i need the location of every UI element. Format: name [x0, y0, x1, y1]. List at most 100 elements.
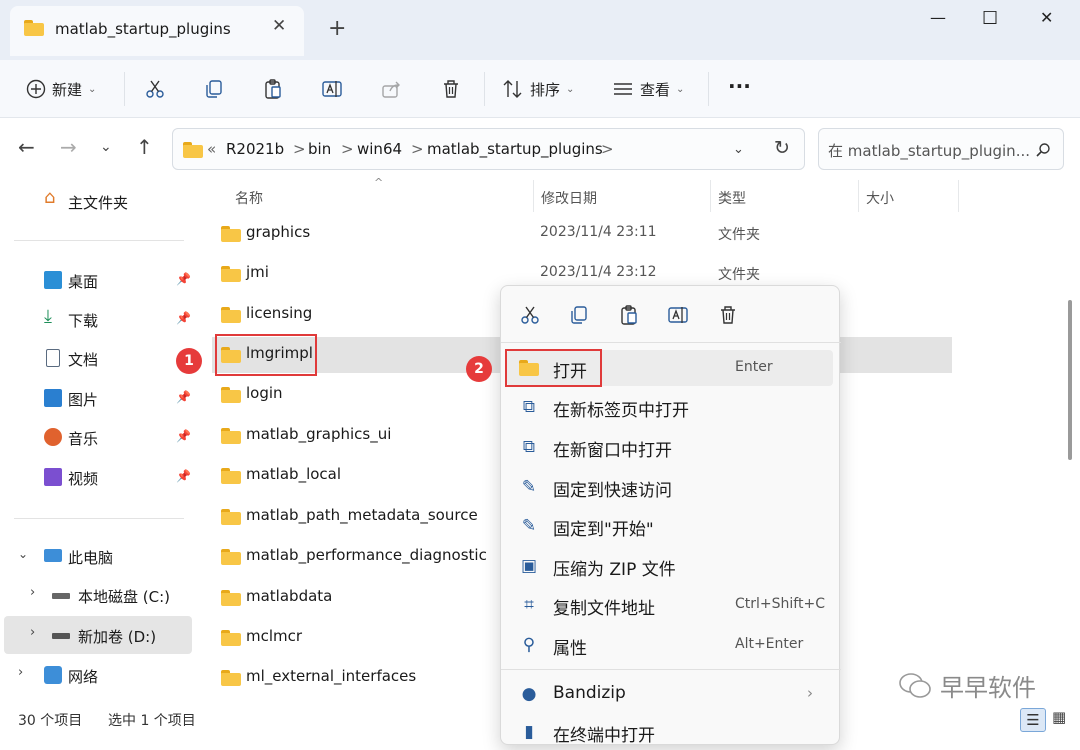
status-bar: 30 个项目 选中 1 个项目 ☰ ▦ — [0, 706, 1080, 734]
sort-icon — [503, 80, 522, 98]
network-icon — [44, 666, 62, 684]
pictures-icon — [44, 389, 62, 407]
context-menu-label: 在新窗口中打开 — [553, 441, 672, 461]
file-name: matlab_performance_diagnostic — [246, 546, 487, 564]
new-window-icon: ⧉ — [522, 437, 536, 457]
sidebar-item-documents[interactable]: 文档 📌 — [0, 339, 196, 377]
breadcrumb-separator: > — [341, 140, 354, 158]
expand-chevron-icon[interactable]: › — [30, 585, 35, 600]
minimize-button[interactable]: — — [930, 8, 946, 27]
expand-chevron-icon[interactable]: › — [18, 665, 23, 680]
file-modified: 2023/11/4 23:11 — [540, 224, 657, 240]
chevron-down-icon: ⌄ — [88, 83, 97, 95]
rename-button[interactable] — [321, 74, 343, 104]
rename-icon[interactable] — [667, 304, 689, 326]
column-divider[interactable] — [533, 180, 534, 212]
command-bar: 新建 ⌄ 排序 ⌄ 查看 ⌄ ··· — [0, 60, 1080, 118]
column-divider[interactable] — [958, 180, 959, 212]
file-name: mclmcr — [246, 627, 303, 645]
bandizip-icon: ● — [521, 684, 537, 704]
sidebar-item-label: 此电脑 — [68, 549, 114, 567]
forward-arrow-icon[interactable]: → — [60, 135, 77, 159]
breadcrumb-r2021b[interactable]: R2021b — [226, 140, 284, 158]
paste-icon — [265, 79, 281, 99]
back-arrow-icon[interactable]: ← — [18, 135, 35, 159]
column-header-type[interactable]: 类型 — [718, 188, 746, 208]
column-divider[interactable] — [710, 180, 711, 212]
column-header-name[interactable]: 名称 — [235, 188, 263, 208]
table-row[interactable]: graphics 2023/11/4 23:11 文件夹 — [212, 216, 952, 252]
sidebar-item-network[interactable]: › 网络 — [0, 656, 196, 694]
details-view-icon[interactable]: ☰ — [1020, 708, 1046, 732]
pin-icon: ✎ — [521, 516, 537, 536]
search-input[interactable]: 在 matlab_startup_plugin... — [818, 128, 1064, 170]
cut-icon[interactable] — [519, 304, 541, 326]
more-options-button[interactable]: ··· — [728, 74, 751, 98]
sort-button[interactable]: 排序 ⌄ — [502, 74, 574, 104]
folder-icon — [221, 590, 241, 606]
folder-icon — [183, 142, 203, 158]
context-menu-item[interactable]: ⌗ 复制文件地址 Ctrl+Shift+C — [507, 587, 833, 623]
address-dropdown-icon[interactable]: ⌄ — [733, 142, 744, 157]
recent-chevron-icon[interactable]: ⌄ — [100, 139, 112, 155]
close-tab-icon[interactable]: ✕ — [272, 16, 286, 36]
pin-icon[interactable]: 📌 — [176, 390, 191, 404]
context-menu-item[interactable]: ✎ 固定到快速访问 — [507, 469, 833, 505]
sidebar-item-drive-d[interactable]: › 新加卷 (D:) — [4, 616, 192, 654]
new-tab-button[interactable]: + — [328, 18, 346, 40]
paste-button[interactable] — [262, 74, 284, 104]
sidebar-item-desktop[interactable]: 桌面 📌 — [0, 261, 196, 299]
copy-button[interactable] — [203, 74, 225, 104]
context-menu-item[interactable]: ⧉ 在新标签页中打开 — [507, 389, 833, 425]
column-divider[interactable] — [858, 180, 859, 212]
context-menu-item[interactable]: ▣ 压缩为 ZIP 文件 — [507, 548, 833, 584]
navigation-bar: ← → ⌄ ↑ « R2021b > bin > win64 > matlab_… — [0, 118, 1080, 178]
delete-button[interactable] — [440, 74, 462, 104]
share-icon — [382, 81, 400, 98]
copy-icon[interactable] — [568, 304, 590, 326]
trash-icon[interactable] — [717, 304, 739, 326]
tiles-view-icon[interactable]: ▦ — [1052, 708, 1066, 726]
expand-chevron-icon[interactable]: › — [30, 625, 35, 640]
pin-icon[interactable]: 📌 — [176, 272, 191, 286]
context-menu-item[interactable]: ⚲ 属性 Alt+Enter — [507, 627, 833, 663]
folder-icon — [221, 307, 241, 323]
address-bar[interactable]: « R2021b > bin > win64 > matlab_startup_… — [172, 128, 805, 170]
breadcrumb-bin[interactable]: bin — [308, 140, 331, 158]
sidebar-item-music[interactable]: 音乐 📌 — [0, 418, 196, 456]
sidebar-item-home[interactable]: ⌂ 主文件夹 — [0, 182, 196, 220]
search-icon[interactable] — [1035, 142, 1051, 158]
column-header-modified[interactable]: 修改日期 — [541, 188, 597, 208]
context-menu-item[interactable]: ✎ 固定到"开始" — [507, 508, 833, 544]
pin-icon[interactable]: 📌 — [176, 311, 191, 325]
sidebar-item-drive-c[interactable]: › 本地磁盘 (C:) — [0, 576, 196, 614]
share-button[interactable] — [380, 74, 402, 104]
cut-button[interactable] — [144, 74, 166, 104]
context-menu-item[interactable]: ⧉ 在新窗口中打开 — [507, 429, 833, 465]
sidebar-item-this-pc[interactable]: ⌄ 此电脑 — [0, 537, 196, 575]
column-header-size[interactable]: 大小 — [866, 188, 894, 208]
sidebar-item-pictures[interactable]: 图片 📌 — [0, 379, 196, 417]
chevron-down-icon: ⌄ — [566, 83, 575, 95]
maximize-button[interactable]: ☐ — [982, 8, 998, 29]
pin-icon[interactable]: 📌 — [176, 469, 191, 483]
paste-icon[interactable] — [618, 304, 640, 326]
new-tab-icon: ⧉ — [522, 397, 536, 417]
breadcrumb-matlab-startup-plugins[interactable]: matlab_startup_plugins — [427, 140, 603, 158]
view-button[interactable]: 查看 ⌄ — [612, 74, 684, 104]
sidebar-item-downloads[interactable]: ⤓ 下载 📌 — [0, 300, 196, 338]
expand-chevron-icon[interactable]: ⌄ — [18, 547, 28, 561]
breadcrumb-win64[interactable]: win64 — [357, 140, 402, 158]
close-window-button[interactable]: ✕ — [1040, 8, 1053, 27]
pin-icon[interactable]: 📌 — [176, 429, 191, 443]
view-list-icon — [614, 83, 632, 95]
navigation-pane: ⌂ 主文件夹 桌面 📌 ⤓ 下载 📌 文档 📌 图片 📌 音乐 📌 视频 📌 ⌄… — [0, 178, 200, 698]
refresh-icon[interactable]: ↻ — [774, 137, 790, 159]
sidebar-item-videos[interactable]: 视频 📌 — [0, 458, 196, 496]
up-arrow-icon[interactable]: ↑ — [136, 135, 153, 159]
scrollbar-thumb[interactable] — [1068, 300, 1072, 460]
highlight-box — [215, 334, 317, 376]
overflow-chevron[interactable]: « — [207, 140, 216, 158]
new-button[interactable]: 新建 ⌄ — [26, 74, 96, 104]
tab-active[interactable]: matlab_startup_plugins ✕ — [10, 6, 304, 56]
